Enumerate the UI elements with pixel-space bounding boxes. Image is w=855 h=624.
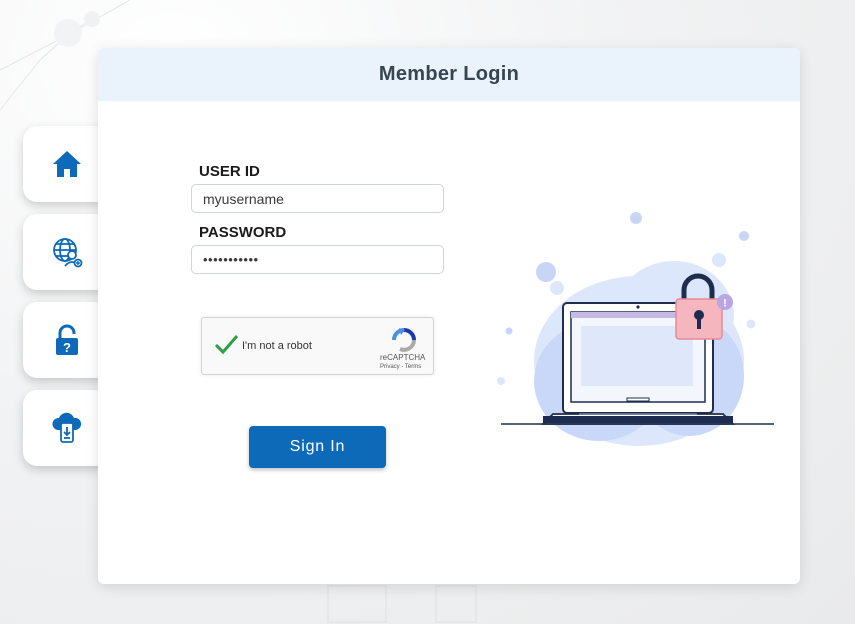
- captcha-privacy-terms-links[interactable]: Privacy - Terms: [380, 364, 421, 370]
- cloud-download-icon: [49, 410, 85, 446]
- secure-laptop-illustration: !: [479, 196, 779, 496]
- password-input[interactable]: [191, 245, 444, 274]
- captcha-label: I'm not a robot: [242, 340, 312, 352]
- globe-user-icon: [49, 234, 85, 270]
- svg-text:?: ?: [63, 340, 71, 355]
- recaptcha-logo-icon: [390, 326, 418, 352]
- page-title: Member Login: [378, 63, 520, 85]
- svg-text:!: !: [723, 298, 727, 310]
- login-card: Member Login USER ID PASSWORD I'm not a …: [98, 48, 800, 584]
- captcha-checkbox[interactable]: [213, 331, 239, 357]
- padlock-question-icon: ?: [49, 322, 85, 358]
- sign-in-button[interactable]: Sign In: [249, 426, 386, 468]
- captcha-brand: reCAPTCHA: [380, 353, 426, 362]
- user-id-input[interactable]: [191, 184, 444, 213]
- user-id-label: USER ID: [199, 163, 260, 180]
- checkmark-icon: [214, 335, 239, 355]
- password-label: PASSWORD: [199, 224, 287, 241]
- home-icon: [49, 146, 85, 182]
- recaptcha-widget: I'm not a robot reCAPTCHA Privacy - Term…: [201, 317, 434, 375]
- card-header: Member Login: [98, 48, 800, 101]
